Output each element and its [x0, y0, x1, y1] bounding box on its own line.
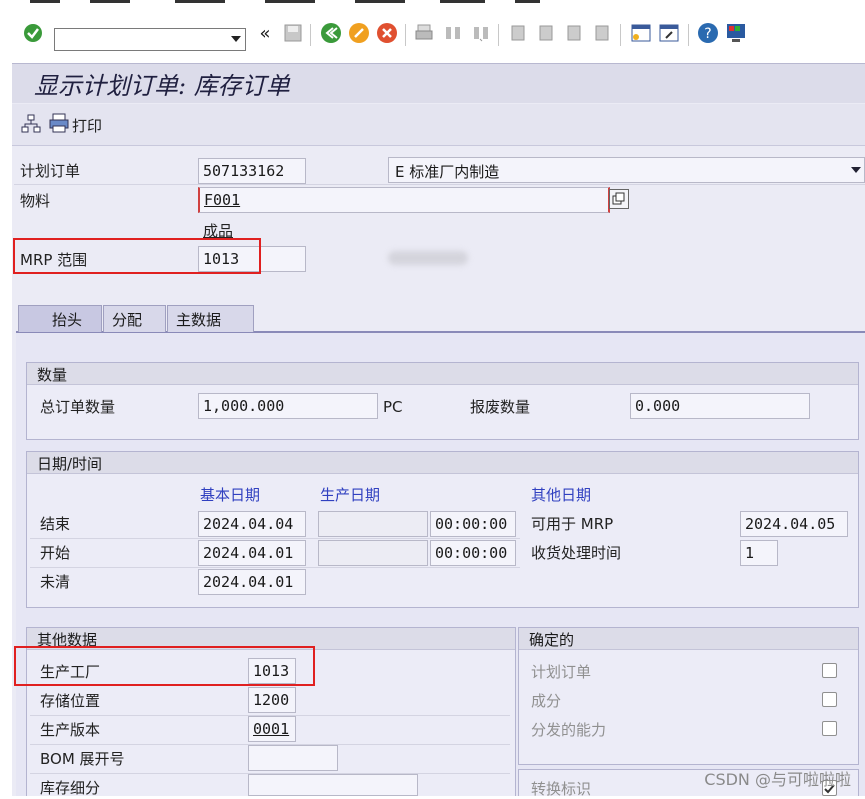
shortcut-icon[interactable] [658, 22, 680, 44]
procurement-type-select[interactable]: E 标准厂内制造 [388, 157, 865, 183]
planned-order-label: 计划订单 [20, 162, 81, 180]
tab-master-data[interactable]: 主数据 [167, 305, 254, 332]
toolbar-separator [498, 24, 499, 46]
print-icon[interactable] [413, 22, 435, 44]
menu-fragment [175, 0, 225, 3]
start-production-time-field[interactable]: 00:00:00 [430, 540, 516, 566]
menu-fragment [355, 0, 405, 3]
new-session-icon[interactable] [630, 22, 652, 44]
toolbar-separator [620, 24, 621, 46]
firmed-planned-order-label: 计划订单 [531, 663, 592, 681]
exit-icon[interactable] [348, 22, 370, 44]
cancel-icon[interactable] [376, 22, 398, 44]
end-production-time-field[interactable]: 00:00:00 [430, 511, 516, 537]
menu-fragment [90, 0, 130, 3]
start-basic-date-field[interactable]: 2024.04.01 [198, 540, 306, 566]
unit-label: PC [383, 398, 403, 416]
print-label: 打印 [72, 116, 103, 135]
gr-processing-time-label: 收货处理时间 [531, 544, 622, 562]
collapse-icon[interactable]: « [254, 22, 276, 44]
firmed-planned-order-checkbox[interactable] [822, 663, 837, 678]
toolbar-separator [405, 24, 406, 46]
copy-icon [612, 192, 625, 205]
blurred-text [388, 251, 468, 265]
watermark: CSDN @与可啦啦啦 [704, 770, 851, 789]
production-dates-header: 生产日期 [320, 486, 381, 504]
tab-assignment[interactable]: 分配 [103, 305, 166, 332]
firmed-group-title: 确定的 [519, 628, 858, 650]
svg-text:?: ? [704, 26, 711, 42]
toolbar-separator [688, 24, 689, 46]
row-divider [30, 538, 520, 539]
open-label: 未清 [40, 573, 71, 591]
find-next-icon[interactable] [470, 22, 492, 44]
gr-processing-time-field[interactable]: 1 [740, 540, 778, 566]
material-label: 物料 [20, 192, 51, 210]
printer-icon [48, 113, 70, 137]
save-icon[interactable] [282, 22, 304, 44]
application-toolbar [12, 104, 865, 146]
total-quantity-field[interactable]: 1,000.000 [198, 393, 378, 419]
production-version-label: 生产版本 [40, 721, 101, 739]
menu-fragment [30, 0, 60, 3]
menu-fragment [515, 0, 540, 3]
basic-dates-header: 基本日期 [200, 486, 261, 504]
bom-explosion-label: BOM 展开号 [40, 750, 125, 768]
storage-location-label: 存储位置 [40, 692, 101, 710]
back-icon[interactable] [320, 22, 342, 44]
previous-page-icon[interactable] [534, 22, 556, 44]
open-basic-date-field[interactable]: 2024.04.01 [198, 569, 306, 595]
other-dates-header: 其他日期 [531, 486, 592, 504]
find-icon[interactable] [442, 22, 464, 44]
firmed-components-label: 成分 [531, 692, 562, 710]
scrap-quantity-label: 报废数量 [470, 398, 531, 416]
available-mrp-field[interactable]: 2024.04.05 [740, 511, 848, 537]
total-quantity-label: 总订单数量 [40, 398, 116, 416]
start-production-date-field[interactable] [318, 540, 428, 566]
end-production-date-field[interactable] [318, 511, 428, 537]
help-icon[interactable]: ? [697, 22, 719, 44]
customize-layout-icon[interactable] [725, 22, 747, 44]
chevron-down-icon[interactable] [851, 167, 861, 173]
command-field[interactable] [54, 28, 246, 51]
hierarchy-icon[interactable] [21, 114, 41, 138]
material-field[interactable]: F001 [198, 187, 610, 213]
planned-order-field[interactable]: 507133162 [198, 158, 306, 184]
chevron-down-icon[interactable] [231, 36, 241, 42]
standard-toolbar: « ? [0, 6, 865, 60]
highlight-box [14, 646, 315, 686]
toolbar-separator [310, 24, 311, 46]
material-detail-button[interactable] [609, 189, 629, 209]
firmed-group: 确定的 [518, 627, 859, 765]
scrap-quantity-field[interactable]: 0.000 [630, 393, 810, 419]
dates-group-title: 日期/时间 [27, 452, 858, 474]
last-page-icon[interactable] [590, 22, 612, 44]
tab-header[interactable]: 抬头 [18, 305, 102, 332]
row-divider [30, 567, 520, 568]
enter-icon[interactable] [22, 22, 44, 44]
row-divider [14, 184, 865, 185]
storage-location-field[interactable]: 1200 [248, 687, 296, 713]
firmed-capacity-label: 分发的能力 [531, 721, 607, 739]
available-mrp-label: 可用于 MRP [531, 515, 614, 533]
menu-fragment [265, 0, 315, 3]
page-title: 显示计划订单: 库存订单 [34, 72, 290, 100]
stock-segment-label: 库存细分 [40, 779, 101, 797]
production-version-field[interactable]: 0001 [248, 716, 296, 742]
print-button[interactable]: 打印 [48, 113, 102, 137]
end-label: 结束 [40, 515, 71, 533]
end-basic-date-field[interactable]: 2024.04.04 [198, 511, 306, 537]
stock-segment-field[interactable] [248, 774, 418, 796]
next-page-icon[interactable] [562, 22, 584, 44]
menu-fragment [440, 0, 485, 3]
procurement-type-value: E 标准厂内制造 [395, 163, 500, 181]
firmed-capacity-checkbox[interactable] [822, 721, 837, 736]
highlight-box [13, 238, 261, 274]
bom-explosion-field[interactable] [248, 745, 338, 771]
quantity-group-title: 数量 [27, 363, 858, 385]
firmed-components-checkbox[interactable] [822, 692, 837, 707]
start-label: 开始 [40, 544, 71, 562]
first-page-icon[interactable] [506, 22, 528, 44]
